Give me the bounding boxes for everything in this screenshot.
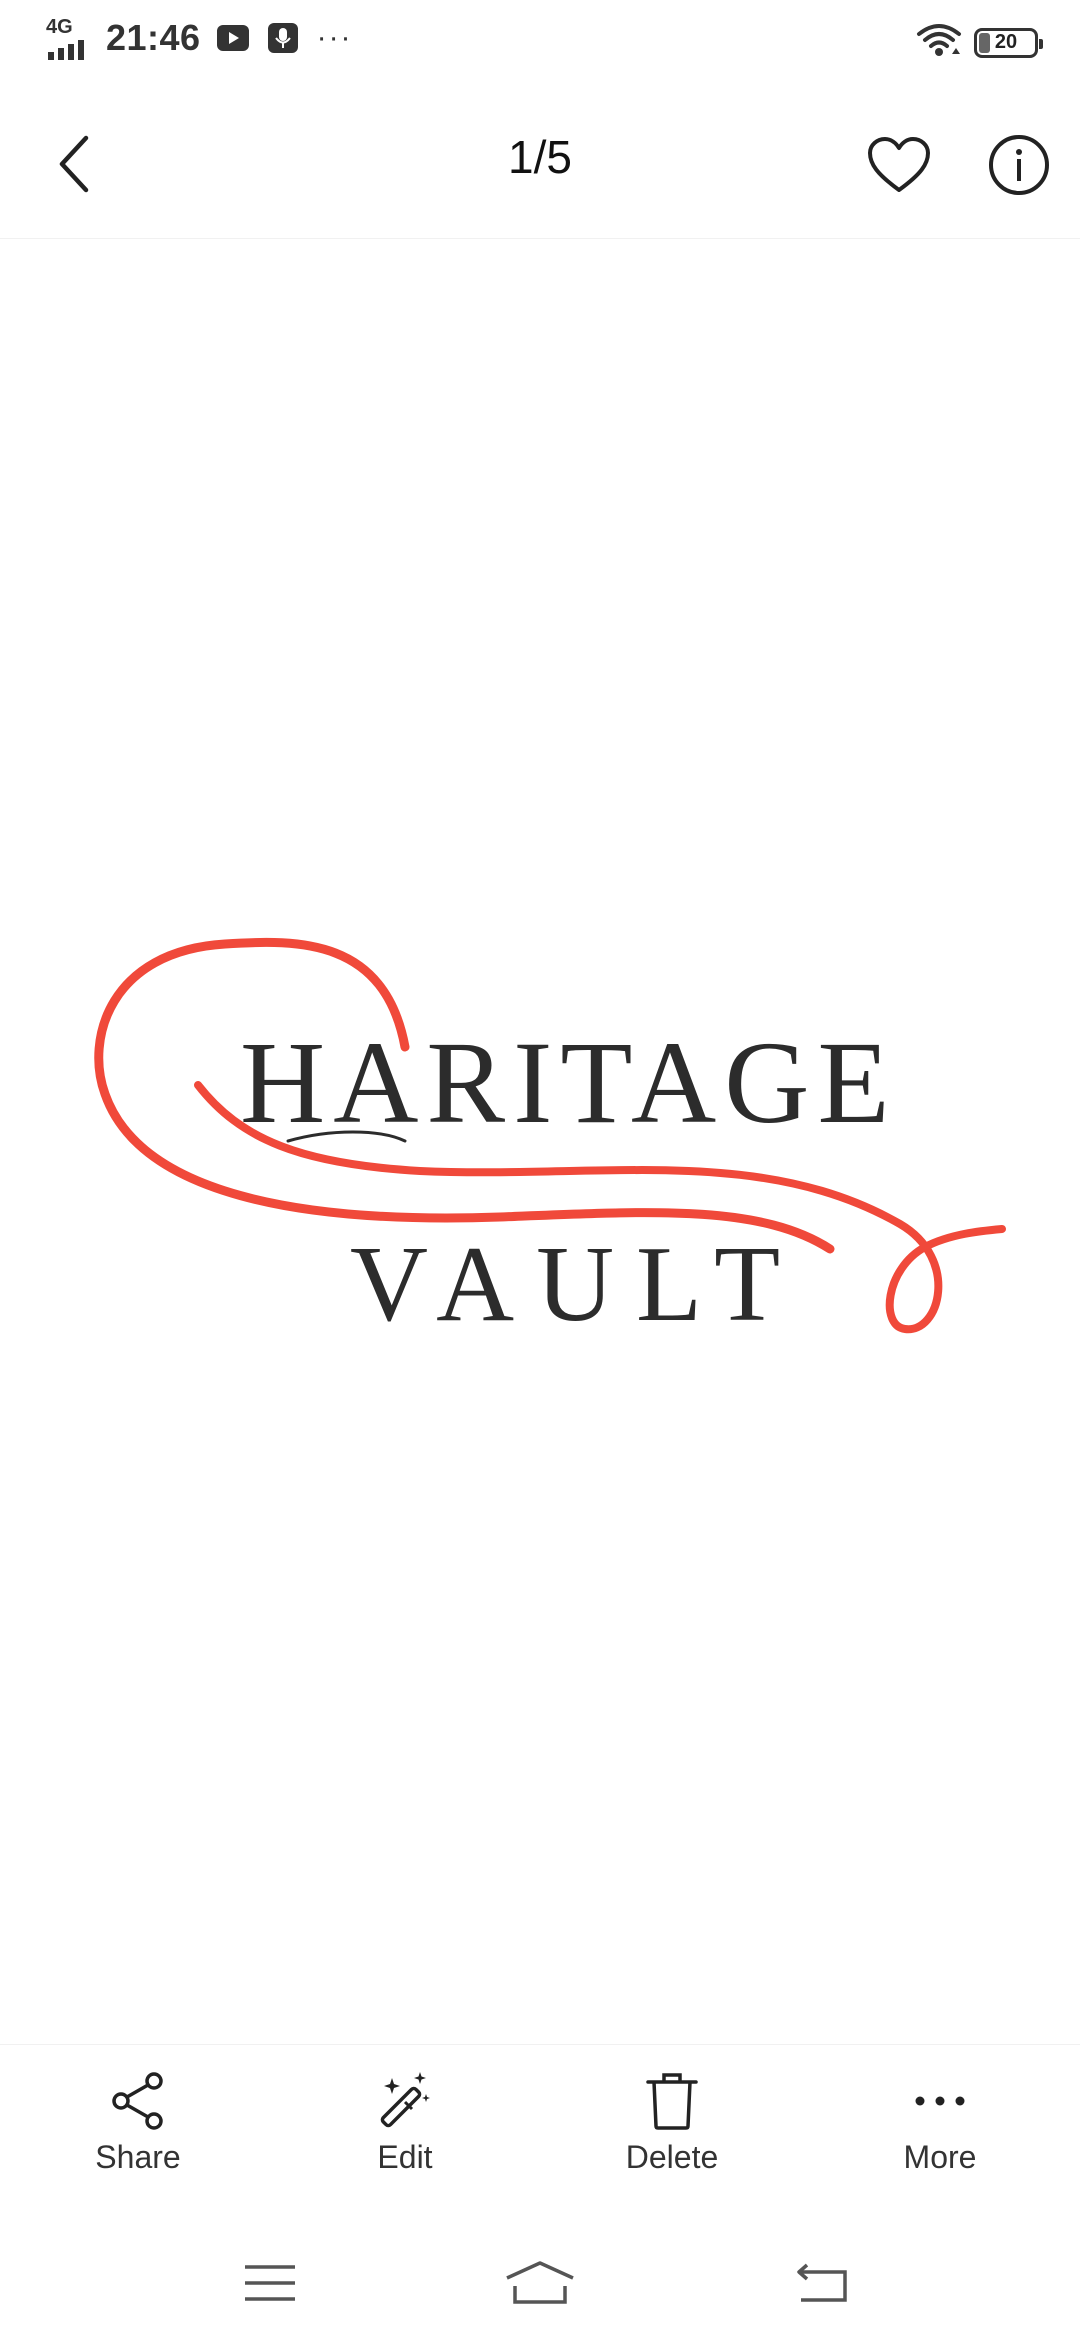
more-button[interactable]: More: [840, 2069, 1040, 2176]
status-left: 4G 21:46 ···: [46, 16, 353, 60]
battery-level: 20: [994, 31, 1018, 53]
more-icon: [908, 2069, 972, 2133]
magic-wand-icon: [373, 2069, 437, 2133]
more-label: More: [903, 2139, 977, 2175]
logo-title-line1: HARITAGE: [240, 1017, 898, 1148]
share-icon: [106, 2069, 170, 2133]
battery-fill: [979, 32, 990, 53]
menu-icon: [245, 2265, 295, 2301]
logo-image: HARITAGE VAULT: [0, 239, 1080, 2044]
trash-icon: [640, 2069, 704, 2133]
system-back-button[interactable]: [782, 2248, 862, 2318]
image-viewer[interactable]: HARITAGE VAULT: [0, 239, 1080, 2044]
heart-icon: [868, 137, 930, 192]
recent-apps-button[interactable]: [230, 2248, 310, 2318]
more-notifications-icon: ···: [316, 21, 353, 54]
action-bar: Share Edit Delete More: [0, 2044, 1080, 2231]
home-icon: [506, 2261, 574, 2304]
delete-label: Delete: [625, 2139, 719, 2175]
voice-recorder-icon: [265, 20, 301, 56]
status-bar: 4G 21:46 ··· 20: [0, 0, 1080, 84]
share-button[interactable]: Share: [38, 2069, 238, 2176]
battery-icon: 20: [974, 27, 1043, 58]
youtube-icon: [215, 20, 251, 56]
share-label: Share: [95, 2139, 181, 2175]
back-nav-icon: [797, 2263, 847, 2302]
info-icon: [989, 135, 1049, 195]
network-type: 4G: [46, 16, 73, 38]
favorite-button[interactable]: [860, 126, 938, 204]
wifi-icon: [916, 22, 962, 63]
edit-button[interactable]: Edit: [305, 2069, 505, 2176]
status-time: 21:46: [106, 17, 201, 58]
signal-bars-icon: [48, 40, 84, 60]
signal-icon: 4G: [46, 16, 92, 60]
status-right: 20: [916, 22, 1043, 63]
delete-button[interactable]: Delete: [572, 2069, 772, 2176]
info-button[interactable]: [980, 126, 1058, 204]
logo-title-line2: VAULT: [350, 1225, 803, 1344]
edit-label: Edit: [377, 2139, 433, 2175]
home-button[interactable]: [500, 2248, 580, 2318]
system-nav-bar: [0, 2230, 1080, 2340]
viewer-top-bar: 1/5: [0, 84, 1080, 239]
